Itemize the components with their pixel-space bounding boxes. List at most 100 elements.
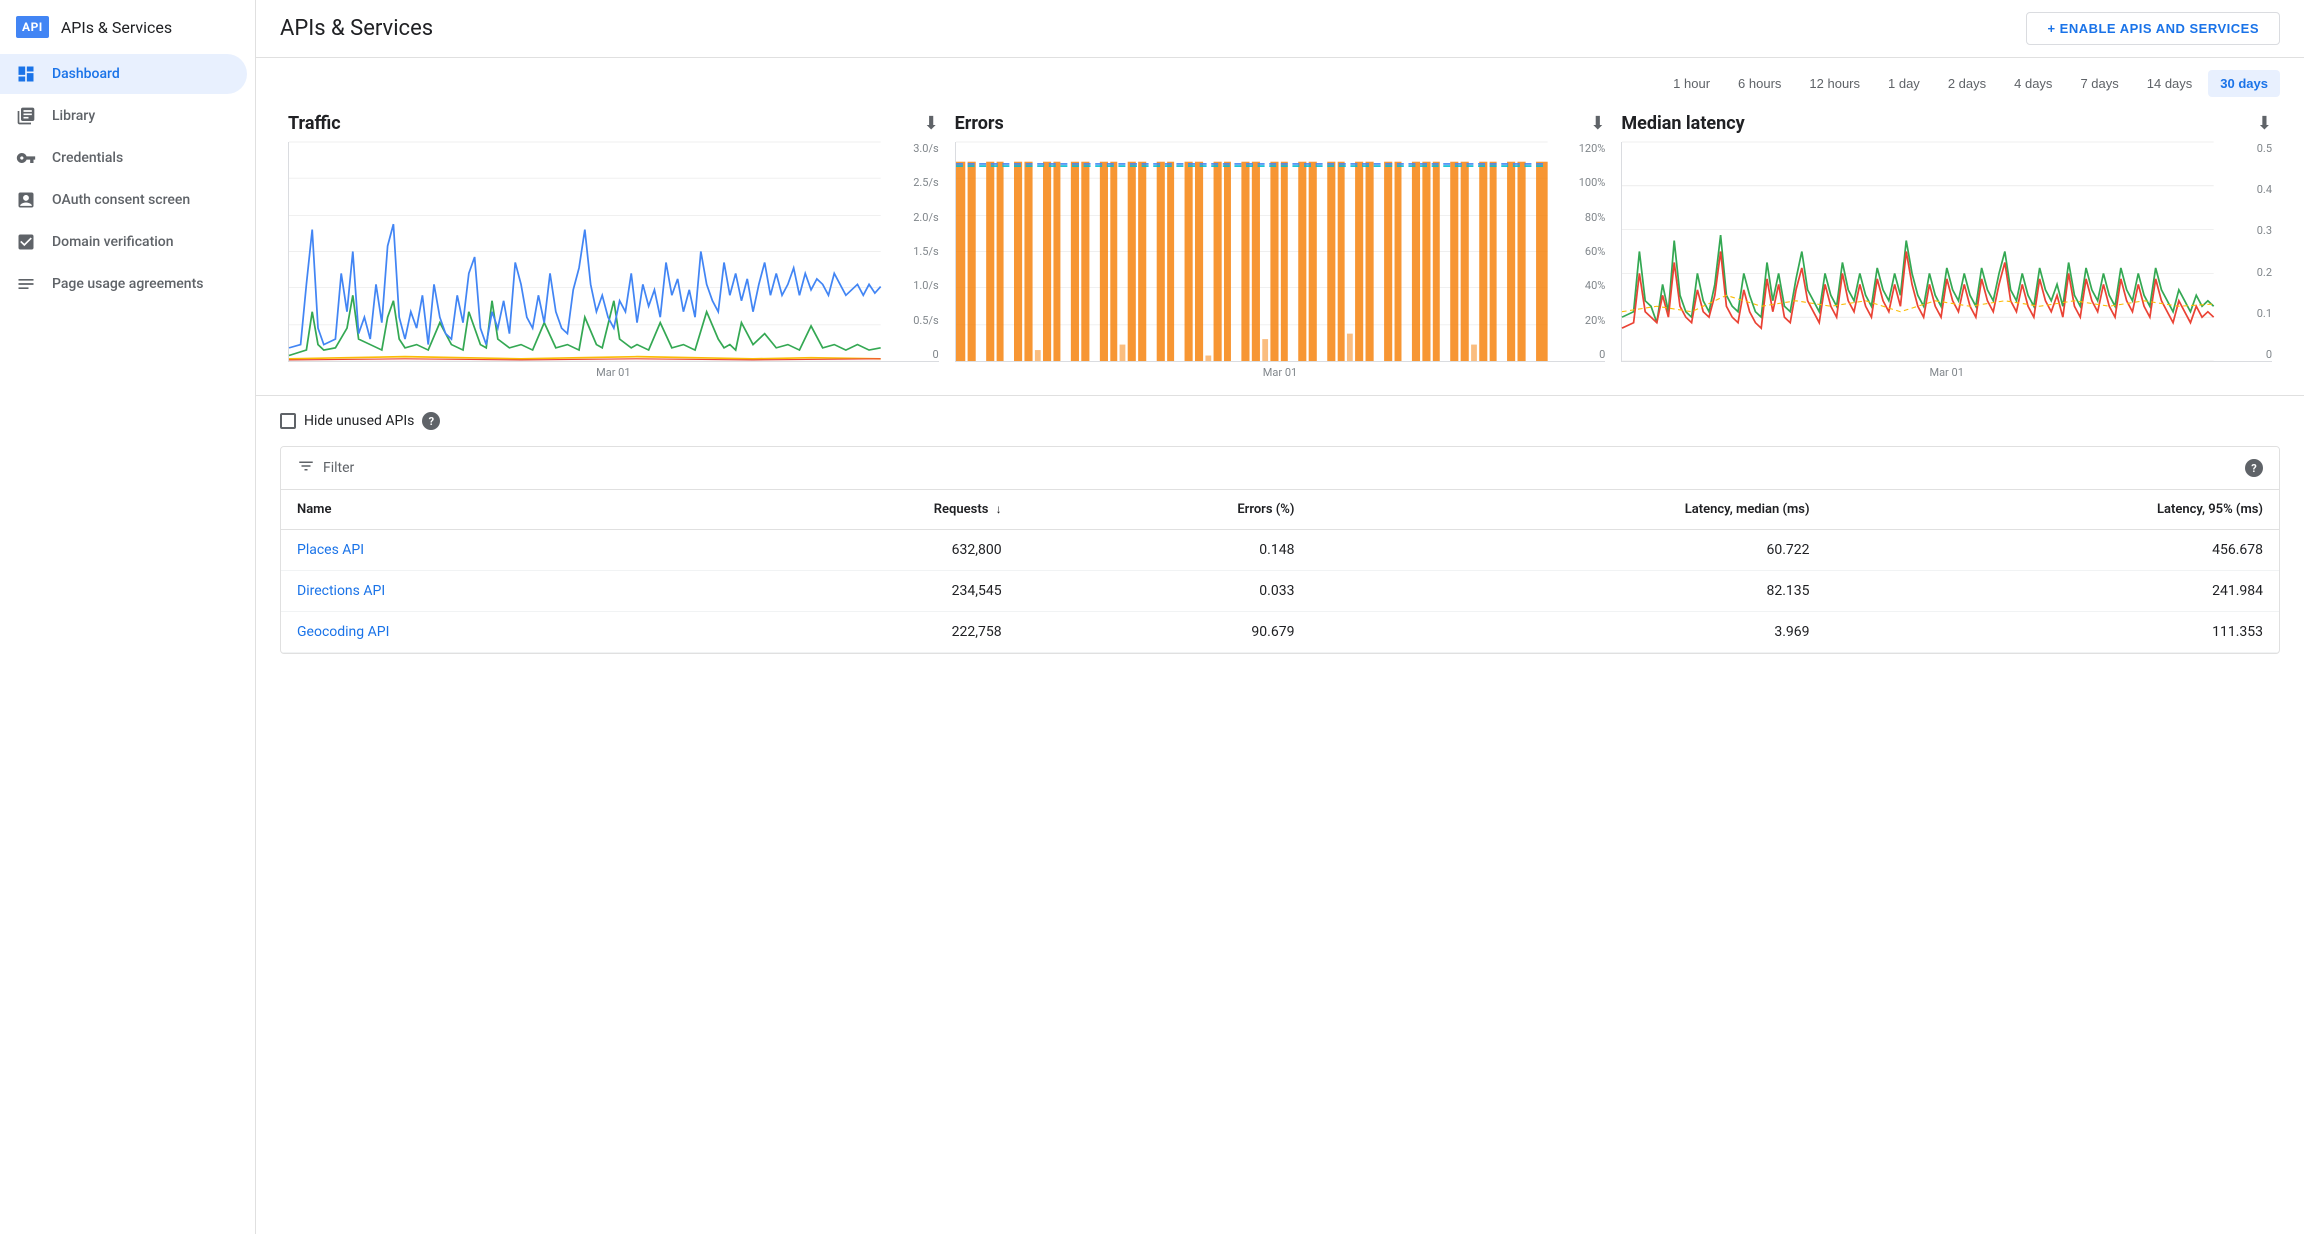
charts-section: Traffic ⬇ 3.0/s 2.5/s 2.0/s 1.5/s 1.0/s … (256, 97, 2304, 396)
sidebar-label-credentials: Credentials (52, 150, 123, 166)
app-logo: API (16, 16, 49, 38)
errors-y-20: 20% (1585, 314, 1605, 327)
errors-y-0: 0 (1599, 348, 1605, 361)
enable-apis-button[interactable]: + ENABLE APIS AND SERVICES (2026, 12, 2280, 45)
table-row[interactable]: Geocoding API 222,758 90.679 3.969 111.3… (281, 612, 2279, 653)
traffic-y-05: 0.5/s (913, 314, 938, 327)
filter-row: Filter ? (281, 447, 2279, 490)
library-icon (16, 106, 36, 126)
cell-errors: 90.679 (1018, 612, 1311, 653)
errors-y-axis: 120% 100% 80% 60% 40% 20% 0 (1557, 142, 1605, 361)
api-table: Name Requests ↓ Errors (%) Latency, medi… (281, 490, 2279, 653)
dashboard-icon (16, 64, 36, 84)
header-left: APIs & Services (280, 16, 433, 41)
hide-unused-checkbox[interactable] (280, 413, 296, 429)
time-btn-1day[interactable]: 1 day (1876, 70, 1932, 97)
time-btn-12hours[interactable]: 12 hours (1797, 70, 1872, 97)
latency-y-04: 0.4 (2257, 183, 2272, 196)
sidebar-label-library: Library (52, 108, 95, 124)
api-table-wrapper: Filter ? Name Requests ↓ Errors (%) Late… (280, 446, 2280, 654)
errors-chart-title: Errors (955, 113, 1004, 134)
filter-icon (297, 457, 315, 479)
latency-chart: Median latency ⬇ 0.5 0.4 0.3 0.2 0.1 0 (1613, 113, 2280, 379)
sidebar-app-title: APIs & Services (61, 18, 172, 37)
sidebar-item-page-usage[interactable]: Page usage agreements (0, 264, 247, 304)
traffic-y-0: 0 (932, 348, 938, 361)
sidebar-header: API APIs & Services (0, 8, 255, 54)
col-requests[interactable]: Requests ↓ (690, 490, 1018, 530)
traffic-y-2: 2.0/s (913, 211, 938, 224)
time-btn-1hour[interactable]: 1 hour (1661, 70, 1722, 97)
sidebar-label-oauth: OAuth consent screen (52, 192, 190, 208)
cell-latency-median: 3.969 (1310, 612, 1825, 653)
col-latency-95: Latency, 95% (ms) (1826, 490, 2279, 530)
oauth-icon (16, 190, 36, 210)
sidebar-item-dashboard[interactable]: Dashboard (0, 54, 247, 94)
sidebar-label-page-usage: Page usage agreements (52, 276, 203, 292)
cell-requests: 234,545 (690, 571, 1018, 612)
latency-y-03: 0.3 (2257, 224, 2272, 237)
errors-y-120: 120% (1579, 142, 1606, 155)
time-btn-2days[interactable]: 2 days (1936, 70, 1998, 97)
col-latency-median: Latency, median (ms) (1310, 490, 1825, 530)
cell-errors: 0.033 (1018, 571, 1311, 612)
sidebar-item-domain[interactable]: Domain verification (0, 222, 247, 262)
time-btn-4days[interactable]: 4 days (2002, 70, 2064, 97)
traffic-y-15: 1.5/s (913, 245, 938, 258)
latency-x-label: Mar 01 (1621, 366, 2272, 379)
errors-y-80: 80% (1585, 211, 1605, 224)
errors-y-40: 40% (1585, 279, 1605, 292)
time-btn-7days[interactable]: 7 days (2068, 70, 2130, 97)
cell-name: Places API (281, 530, 690, 571)
time-btn-6hours[interactable]: 6 hours (1726, 70, 1793, 97)
col-name[interactable]: Name (281, 490, 690, 530)
main-header: APIs & Services + ENABLE APIS AND SERVIC… (256, 0, 2304, 58)
errors-chart-svg (956, 142, 1606, 361)
traffic-chart-header: Traffic ⬇ (288, 113, 939, 134)
table-header-row: Name Requests ↓ Errors (%) Latency, medi… (281, 490, 2279, 530)
page-usage-icon (16, 274, 36, 294)
table-help-icon[interactable]: ? (2245, 459, 2263, 477)
latency-y-axis: 0.5 0.4 0.3 0.2 0.1 0 (2224, 142, 2272, 361)
traffic-chart-svg (289, 142, 939, 361)
traffic-chart: Traffic ⬇ 3.0/s 2.5/s 2.0/s 1.5/s 1.0/s … (280, 113, 947, 379)
latency-chart-svg (1622, 142, 2272, 361)
errors-y-60: 60% (1585, 245, 1605, 258)
traffic-chart-area: 3.0/s 2.5/s 2.0/s 1.5/s 1.0/s 0.5/s 0 (288, 142, 939, 362)
page-title: APIs & Services (280, 16, 433, 41)
sidebar-item-library[interactable]: Library (0, 96, 247, 136)
sidebar-nav: Dashboard Library Credentials OAuth cons… (0, 54, 255, 304)
credentials-icon (16, 148, 36, 168)
latency-y-0: 0 (2266, 348, 2272, 361)
traffic-download-icon[interactable]: ⬇ (924, 113, 939, 134)
cell-requests: 222,758 (690, 612, 1018, 653)
cell-latency-95: 456.678 (1826, 530, 2279, 571)
traffic-chart-title: Traffic (288, 113, 341, 134)
errors-download-icon[interactable]: ⬇ (1590, 113, 1605, 134)
latency-chart-header: Median latency ⬇ (1621, 113, 2272, 134)
traffic-y-1: 1.0/s (913, 279, 938, 292)
filter-label[interactable]: Filter (323, 460, 354, 476)
latency-y-02: 0.2 (2257, 266, 2272, 279)
latency-chart-title: Median latency (1621, 113, 1744, 134)
time-btn-14days[interactable]: 14 days (2135, 70, 2205, 97)
cell-errors: 0.148 (1018, 530, 1311, 571)
time-filters: 1 hour 6 hours 12 hours 1 day 2 days 4 d… (256, 58, 2304, 97)
table-row[interactable]: Directions API 234,545 0.033 82.135 241.… (281, 571, 2279, 612)
sidebar-item-credentials[interactable]: Credentials (0, 138, 247, 178)
latency-chart-area: 0.5 0.4 0.3 0.2 0.1 0 (1621, 142, 2272, 362)
traffic-y-3: 3.0/s (913, 142, 938, 155)
col-errors: Errors (%) (1018, 490, 1311, 530)
cell-name: Directions API (281, 571, 690, 612)
time-btn-30days[interactable]: 30 days (2208, 70, 2280, 97)
cell-requests: 632,800 (690, 530, 1018, 571)
cell-name: Geocoding API (281, 612, 690, 653)
hide-unused-help-icon[interactable]: ? (422, 412, 440, 430)
main-content: APIs & Services + ENABLE APIS AND SERVIC… (256, 0, 2304, 1234)
latency-y-01: 0.1 (2257, 307, 2272, 320)
sidebar-item-oauth[interactable]: OAuth consent screen (0, 180, 247, 220)
latency-download-icon[interactable]: ⬇ (2257, 113, 2272, 134)
sidebar: API APIs & Services Dashboard Library Cr… (0, 0, 256, 1234)
errors-chart: Errors ⬇ 120% 100% 80% 60% 40% 20% 0 (947, 113, 1614, 379)
table-row[interactable]: Places API 632,800 0.148 60.722 456.678 (281, 530, 2279, 571)
